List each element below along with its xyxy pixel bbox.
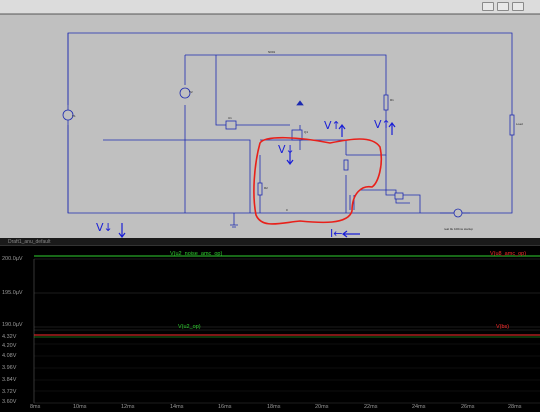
- close-button[interactable]: [512, 2, 524, 11]
- trace-label-green-pane1[interactable]: V(u2_noise_amc_op): [170, 251, 222, 257]
- xtick: 14ms: [170, 404, 184, 410]
- annotation-voltage-mid: V↓: [278, 143, 295, 156]
- v2-label: V2: [189, 90, 193, 94]
- xtick: 20ms: [315, 404, 329, 410]
- v1-label: V1: [72, 114, 76, 118]
- annotation-voltage-top-center: V↑: [324, 119, 341, 132]
- schematic-pane[interactable]: V1 V2 R1 R2 U1 Q1 Load N001 0 real 0u 10…: [0, 14, 540, 240]
- ytick: 4.08V: [2, 353, 17, 359]
- r1-label: R1: [390, 98, 394, 102]
- ytick: 3.96V: [2, 365, 17, 371]
- xtick: 16ms: [218, 404, 232, 410]
- top-bar: [0, 0, 540, 14]
- net-top-label: N001: [268, 50, 276, 54]
- ytick: 190.0µV: [2, 322, 23, 328]
- q1-label: Q1: [304, 130, 309, 134]
- annotation-voltage-top-right: V↑: [374, 118, 391, 131]
- net-bottom-label: 0: [286, 208, 288, 212]
- maximize-button[interactable]: [497, 2, 509, 11]
- ytick: 200.0µV: [2, 256, 23, 262]
- trace-label-red-pane2[interactable]: V(bs): [496, 324, 509, 330]
- load-label: Load: [516, 122, 523, 126]
- xtick: 22ms: [364, 404, 378, 410]
- grid-lines: [34, 258, 540, 404]
- schematic-canvas[interactable]: [0, 15, 540, 239]
- waveform-plot[interactable]: [0, 238, 540, 412]
- ytick: 3.84V: [2, 377, 17, 383]
- trace-label-green-pane2[interactable]: V(u2_op): [178, 324, 201, 330]
- ytick: 195.0µV: [2, 290, 23, 296]
- xtick: 12ms: [121, 404, 135, 410]
- ytick: 3.72V: [2, 389, 17, 395]
- xtick: 26ms: [461, 404, 475, 410]
- schematic-components: [62, 87, 515, 228]
- annotation-voltage-left: V↓: [96, 221, 113, 234]
- ytick: 4.20V: [2, 343, 17, 349]
- waveform-window[interactable]: Draft1_anu_default V(u2_noise_amc_op) V(…: [0, 238, 540, 412]
- highlight-loop: [253, 136, 383, 225]
- sim-command-label: real 0u 100ms startup: [444, 227, 474, 231]
- r2-label: R2: [264, 186, 268, 190]
- xtick: 24ms: [412, 404, 426, 410]
- schematic-wires: [67, 32, 513, 225]
- trace-label-red-pane1[interactable]: V(u8_amc_op): [490, 251, 526, 257]
- ytick: 4.32V: [2, 334, 17, 340]
- minor-grid: [34, 343, 540, 392]
- xtick: 8ms: [30, 404, 41, 410]
- ytick: 3.60V: [2, 399, 17, 405]
- xtick: 28ms: [508, 404, 522, 410]
- xtick: 18ms: [267, 404, 281, 410]
- u1-label: U1: [228, 116, 232, 120]
- xtick: 10ms: [73, 404, 87, 410]
- minimize-button[interactable]: [482, 2, 494, 11]
- ltspice-window: V1 V2 R1 R2 U1 Q1 Load N001 0 real 0u 10…: [0, 0, 540, 412]
